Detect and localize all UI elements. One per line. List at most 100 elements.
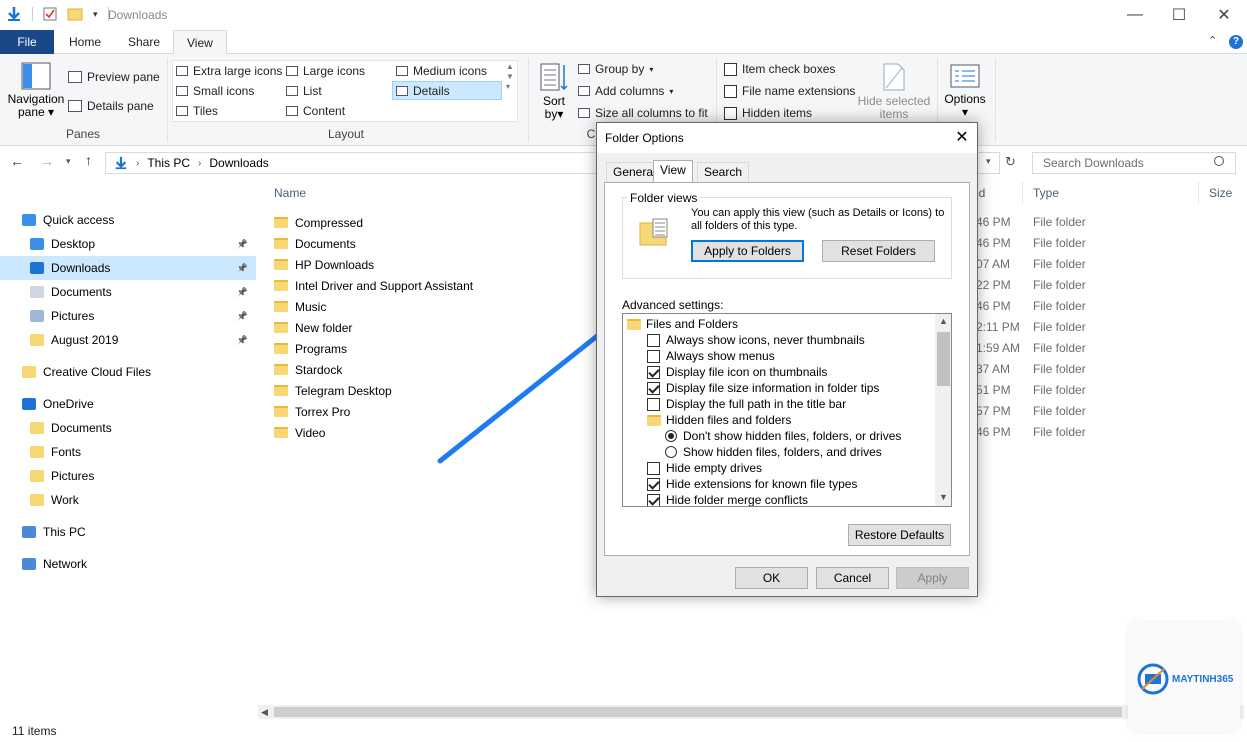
help-icon[interactable]: ? [1229,35,1243,49]
sidebar-item-onedrive-pictures[interactable]: Pictures [0,464,256,488]
checkbox[interactable] [647,333,660,347]
scrollbar-thumb[interactable] [937,332,950,386]
tree-option[interactable]: Hide empty drives [623,460,762,476]
checkbox[interactable] [647,365,660,379]
apply-button[interactable]: Apply [896,567,969,589]
checkbox[interactable] [724,62,737,76]
sidebar-item-quick-access[interactable]: Quick access [0,208,256,232]
tree-option[interactable]: Display file icon on thumbnails [623,364,827,380]
address-dropdown-icon[interactable]: ▾ [986,156,991,167]
sidebar-item-fonts[interactable]: Fonts [0,440,256,464]
checkbox[interactable] [724,106,737,120]
minimize-button[interactable]: — [1112,0,1158,30]
properties-icon[interactable] [43,7,57,21]
tree-option[interactable]: Hide folder merge conflicts [623,492,808,506]
layout-large-icons[interactable]: Large icons [286,64,365,78]
table-row[interactable]: Telegram Desktop [274,380,392,401]
group-by-button[interactable]: Group by ▾ [578,62,653,76]
layout-tiles[interactable]: Tiles [176,104,218,118]
ok-button[interactable]: OK [735,567,808,589]
forward-icon[interactable]: → [40,153,54,169]
back-icon[interactable]: ← [10,153,24,169]
tab-view[interactable]: View [173,30,227,55]
pin-icon[interactable]: 📌 [237,311,248,322]
sidebar-item-work[interactable]: Work [0,488,256,512]
table-row[interactable]: HP Downloads [274,254,374,275]
close-button[interactable]: ✕ [1201,0,1247,30]
scroll-down-icon[interactable]: ▼ [939,492,948,502]
tab-file[interactable]: File [0,30,54,54]
maximize-button[interactable]: ☐ [1156,0,1202,30]
apply-to-folders-button[interactable]: Apply to Folders [691,240,804,262]
tree-option[interactable]: Display the full path in the title bar [623,396,846,412]
scrollbar-thumb[interactable] [274,707,1122,717]
checkbox[interactable] [647,493,660,506]
table-row[interactable]: Programs [274,338,347,359]
reset-folders-button[interactable]: Reset Folders [822,240,935,262]
layout-small-icons[interactable]: Small icons [176,84,254,98]
pin-icon[interactable]: 📌 [237,263,248,274]
table-row[interactable]: Video [274,422,325,443]
sidebar-item-onedrive-documents[interactable]: Documents [0,416,256,440]
file-name-extensions-toggle[interactable]: File name extensions [724,84,855,98]
options-button[interactable]: Options ▾ [942,62,988,119]
horizontal-scrollbar[interactable]: ◀ [258,705,1244,719]
size-columns-button[interactable]: Size all columns to fit [578,106,708,120]
column-header-name[interactable]: Name [274,186,306,200]
radio-button[interactable] [665,446,677,458]
preview-pane-button[interactable]: Preview pane [68,70,160,84]
restore-defaults-button[interactable]: Restore Defaults [848,524,951,546]
sidebar-item-downloads[interactable]: Downloads 📌 [0,256,256,280]
collapse-ribbon-icon[interactable]: ⌃ [1208,34,1217,47]
table-row[interactable]: Documents [274,233,356,254]
layout-medium-icons[interactable]: Medium icons [396,64,487,78]
tab-search[interactable]: Search [697,162,750,182]
column-header-size[interactable]: Size [1209,186,1232,200]
table-row[interactable]: Music [274,296,326,317]
tab-home[interactable]: Home [56,30,114,54]
sidebar-item-creative-cloud-files[interactable]: Creative Cloud Files [0,360,256,384]
navigation-pane-button[interactable]: Navigation pane ▾ [8,62,64,119]
layout-details[interactable]: Details [392,81,502,100]
add-columns-button[interactable]: Add columns ▾ [578,84,673,98]
search-input[interactable]: Search Downloads [1032,152,1236,174]
recent-locations-icon[interactable]: ▾ [66,156,71,167]
radio-button[interactable] [665,430,677,442]
tree-option[interactable]: Hide extensions for known file types [623,476,857,492]
tree-option[interactable]: Display file size information in folder … [623,380,879,396]
hide-selected-items-button[interactable]: Hide selected items [856,62,932,121]
tab-view[interactable]: View [653,160,693,183]
sidebar-item-onedrive[interactable]: OneDrive [0,392,256,416]
sidebar-item-desktop[interactable]: Desktop 📌 [0,232,256,256]
tree-option[interactable]: Don't show hidden files, folders, or dri… [623,428,901,444]
breadcrumb-downloads[interactable]: Downloads [209,156,268,170]
downloads-icon[interactable] [6,6,22,22]
sort-by-button[interactable]: Sort by▾ [538,62,570,121]
new-folder-icon[interactable] [67,7,83,21]
layout-content[interactable]: Content [286,104,345,118]
column-header-type[interactable]: Type [1033,186,1059,200]
hidden-items-toggle[interactable]: Hidden items [724,106,812,120]
table-row[interactable]: Compressed [274,212,363,233]
details-pane-button[interactable]: Details pane [68,99,154,113]
checkbox[interactable] [647,381,660,395]
refresh-icon[interactable]: ↻ [1005,154,1016,170]
item-check-boxes-toggle[interactable]: Item check boxes [724,62,835,76]
tree-option[interactable]: Always show icons, never thumbnails [623,332,865,348]
pin-icon[interactable]: 📌 [237,335,248,346]
checkbox[interactable] [724,84,737,98]
scroll-up-icon[interactable]: ▲ [939,316,948,326]
sidebar-item-pictures[interactable]: Pictures 📌 [0,304,256,328]
tree-option[interactable]: Always show menus [623,348,775,364]
tree-option[interactable]: Show hidden files, folders, and drives [623,444,882,460]
cancel-button[interactable]: Cancel [816,567,889,589]
checkbox[interactable] [647,461,660,475]
search-icon[interactable] [1214,156,1224,166]
checkbox[interactable] [647,397,660,411]
breadcrumb-this-pc[interactable]: This PC [147,156,190,170]
tab-share[interactable]: Share [115,30,173,54]
pin-icon[interactable]: 📌 [237,239,248,250]
sidebar-item-network[interactable]: Network [0,552,256,576]
layout-list[interactable]: List [286,84,322,98]
table-row[interactable]: New folder [274,317,352,338]
